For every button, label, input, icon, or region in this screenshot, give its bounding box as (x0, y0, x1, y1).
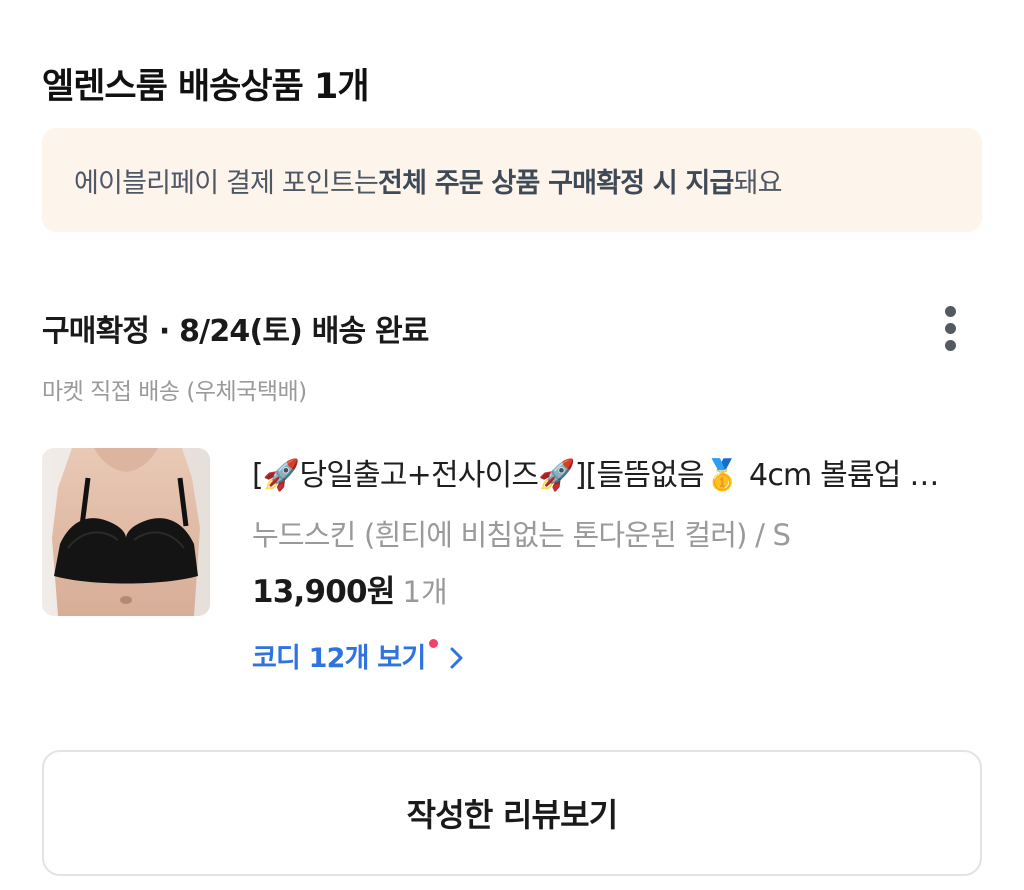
more-vertical-icon-dot-3 (944, 339, 956, 351)
view-my-review-button[interactable]: 작성한 리뷰보기 (42, 750, 982, 876)
notice-text-suffix: 돼요 (733, 167, 783, 199)
more-options-button[interactable] (928, 300, 972, 356)
chevron-right-icon (450, 647, 463, 668)
product-price: 13,900원 (252, 574, 395, 610)
product-name[interactable]: [🚀당일출고+전사이즈🚀][들뜸없음🥇 4cm 볼륨업 노와이어 브라 (252, 450, 952, 494)
notice-text-highlight: 전체 주문 상품 구매확정 시 지급 (378, 167, 734, 199)
delivery-method: 마켓 직접 배송 (우체국택배) (42, 379, 307, 405)
point-notice-banner: 에이블리페이 결제 포인트는 전체 주문 상품 구매확정 시 지급 돼요 (42, 128, 982, 232)
new-badge-dot (429, 639, 439, 648)
price-row: 13,900원 1개 (252, 566, 448, 611)
codi-view-link[interactable]: 코디 12개 보기 (252, 636, 464, 675)
order-status: 구매확정 · 8/24(토) 배송 완료 (42, 314, 429, 349)
product-option: 누드스킨 (흰티에 비침없는 톤다운된 컬러) / S (252, 518, 791, 552)
product-photo-icon (42, 448, 210, 616)
section-title: 엘렌스룸 배송상품 1개 (42, 67, 370, 107)
notice-text-prefix: 에이블리페이 결제 포인트는 (74, 167, 379, 199)
product-thumbnail[interactable] (42, 448, 210, 616)
more-vertical-icon-dot-2 (944, 322, 956, 334)
codi-link-label: 코디 12개 보기 (252, 643, 426, 674)
more-vertical-icon-dot-1 (944, 305, 956, 317)
product-quantity: 1개 (402, 575, 448, 609)
